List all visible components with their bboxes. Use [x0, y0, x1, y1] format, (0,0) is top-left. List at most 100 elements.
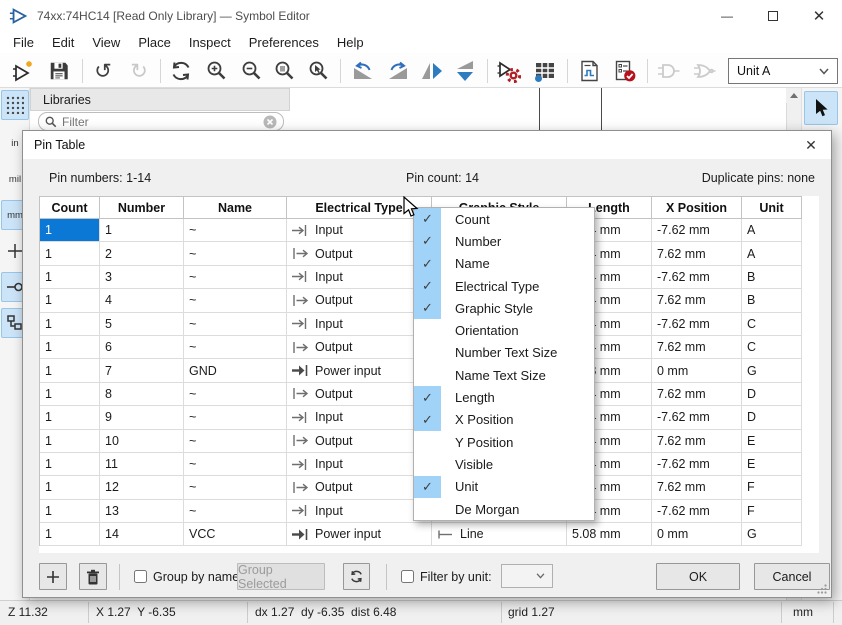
group-selected-button[interactable]: Group Selected [237, 563, 325, 590]
cell-graphic-style[interactable]: Line [432, 523, 567, 546]
erc-check-button[interactable] [610, 57, 640, 85]
zoom-out-button[interactable] [237, 57, 267, 85]
redo-button[interactable]: ↻ [124, 57, 154, 85]
scroll-up-button[interactable] [786, 88, 801, 103]
cell-number[interactable]: 3 [100, 266, 184, 289]
minimize-button[interactable]: — [704, 0, 750, 32]
menu-option-count[interactable]: ✓Count [414, 208, 594, 230]
cell-electrical-type[interactable]: Input [287, 406, 432, 429]
maximize-button[interactable] [750, 0, 796, 32]
menu-option-name-text-size[interactable]: Name Text Size [414, 364, 594, 386]
menu-option-electrical-type[interactable]: ✓Electrical Type [414, 275, 594, 297]
filter-by-unit-checkbox[interactable] [401, 570, 414, 583]
cell-number[interactable]: 7 [100, 359, 184, 382]
resize-grip[interactable] [817, 584, 827, 594]
cell-electrical-type[interactable]: Output [287, 242, 432, 265]
add-pin-button[interactable] [39, 563, 67, 590]
menu-inspect[interactable]: Inspect [180, 33, 240, 52]
unit-select[interactable]: Unit A [728, 58, 838, 84]
cell-x-position[interactable]: -7.62 mm [652, 219, 742, 242]
menu-view[interactable]: View [83, 33, 129, 52]
filter-unit-select[interactable] [501, 564, 553, 588]
cell-count[interactable]: 1 [40, 383, 100, 406]
cell-electrical-type[interactable]: Input [287, 500, 432, 523]
cell-electrical-type[interactable]: Input [287, 313, 432, 336]
menu-help[interactable]: Help [328, 33, 373, 52]
group-by-name-checkbox[interactable] [134, 570, 147, 583]
refresh-view-button[interactable] [166, 57, 196, 85]
column-header-number[interactable]: Number [100, 197, 184, 219]
cell-name[interactable]: ~ [184, 336, 287, 359]
cell-x-position[interactable]: 0 mm [652, 359, 742, 382]
cell-number[interactable]: 14 [100, 523, 184, 546]
cell-x-position[interactable]: 7.62 mm [652, 289, 742, 312]
zoom-fit-button[interactable] [270, 57, 300, 85]
cell-electrical-type[interactable]: Output [287, 289, 432, 312]
libraries-filter-input[interactable] [62, 115, 263, 129]
cell-count[interactable]: 1 [40, 476, 100, 499]
cell-number[interactable]: 10 [100, 430, 184, 453]
mirror-vertical-button[interactable] [450, 57, 480, 85]
cell-name[interactable]: ~ [184, 476, 287, 499]
cell-electrical-type[interactable]: Power input [287, 523, 432, 546]
cell-unit[interactable]: B [742, 289, 802, 312]
cell-unit[interactable]: D [742, 383, 802, 406]
cell-name[interactable]: ~ [184, 219, 287, 242]
close-button[interactable]: ✕ [796, 0, 842, 32]
cell-name[interactable]: ~ [184, 406, 287, 429]
cell-x-position[interactable]: -7.62 mm [652, 453, 742, 476]
cell-name[interactable]: ~ [184, 242, 287, 265]
cell-count[interactable]: 1 [40, 523, 100, 546]
cell-number[interactable]: 2 [100, 242, 184, 265]
rotate-right-button[interactable] [383, 57, 413, 85]
cell-unit[interactable]: G [742, 359, 802, 382]
cell-count[interactable]: 1 [40, 500, 100, 523]
dialog-close-button[interactable]: ✕ [800, 135, 822, 155]
cell-electrical-type[interactable]: Output [287, 476, 432, 499]
cell-count[interactable]: 1 [40, 242, 100, 265]
menu-option-unit[interactable]: ✓Unit [414, 476, 594, 498]
cell-name[interactable]: VCC [184, 523, 287, 546]
cell-electrical-type[interactable]: Input [287, 266, 432, 289]
menu-option-de-morgan[interactable]: De Morgan [414, 498, 594, 520]
cell-x-position[interactable]: 0 mm [652, 523, 742, 546]
menu-option-x-position[interactable]: ✓X Position [414, 409, 594, 431]
menu-place[interactable]: Place [129, 33, 180, 52]
cell-name[interactable]: ~ [184, 266, 287, 289]
cell-number[interactable]: 1 [100, 219, 184, 242]
cell-unit[interactable]: F [742, 500, 802, 523]
column-header-count[interactable]: Count [40, 197, 100, 219]
column-header-unit[interactable]: Unit [742, 197, 802, 219]
demorgan-standard-button[interactable] [654, 57, 684, 85]
menu-option-y-position[interactable]: Y Position [414, 431, 594, 453]
zoom-selection-button[interactable] [304, 57, 334, 85]
mirror-horizontal-button[interactable] [417, 57, 447, 85]
refresh-grouping-button[interactable] [343, 563, 370, 590]
cell-number[interactable]: 9 [100, 406, 184, 429]
menu-option-length[interactable]: ✓Length [414, 386, 594, 408]
pin-table-button[interactable] [530, 57, 560, 85]
cell-name[interactable]: ~ [184, 383, 287, 406]
cell-unit[interactable]: A [742, 219, 802, 242]
cell-number[interactable]: 6 [100, 336, 184, 359]
cell-electrical-type[interactable]: Output [287, 430, 432, 453]
cell-unit[interactable]: C [742, 336, 802, 359]
cell-unit[interactable]: G [742, 523, 802, 546]
cell-count[interactable]: 1 [40, 313, 100, 336]
cell-x-position[interactable]: -7.62 mm [652, 500, 742, 523]
cell-electrical-type[interactable]: Input [287, 453, 432, 476]
datasheet-button[interactable] [574, 57, 604, 85]
column-header-x-position[interactable]: X Position [652, 197, 742, 219]
grid-toggle-button[interactable] [1, 90, 29, 120]
symbol-properties-button[interactable] [494, 57, 524, 85]
menu-file[interactable]: File [4, 33, 43, 52]
cell-x-position[interactable]: -7.62 mm [652, 313, 742, 336]
cell-count[interactable]: 1 [40, 430, 100, 453]
cell-electrical-type[interactable]: Output [287, 336, 432, 359]
cell-number[interactable]: 11 [100, 453, 184, 476]
cell-unit[interactable]: A [742, 242, 802, 265]
cell-name[interactable]: ~ [184, 289, 287, 312]
cell-electrical-type[interactable]: Power input [287, 359, 432, 382]
cell-unit[interactable]: C [742, 313, 802, 336]
clear-filter-icon[interactable] [263, 115, 277, 129]
